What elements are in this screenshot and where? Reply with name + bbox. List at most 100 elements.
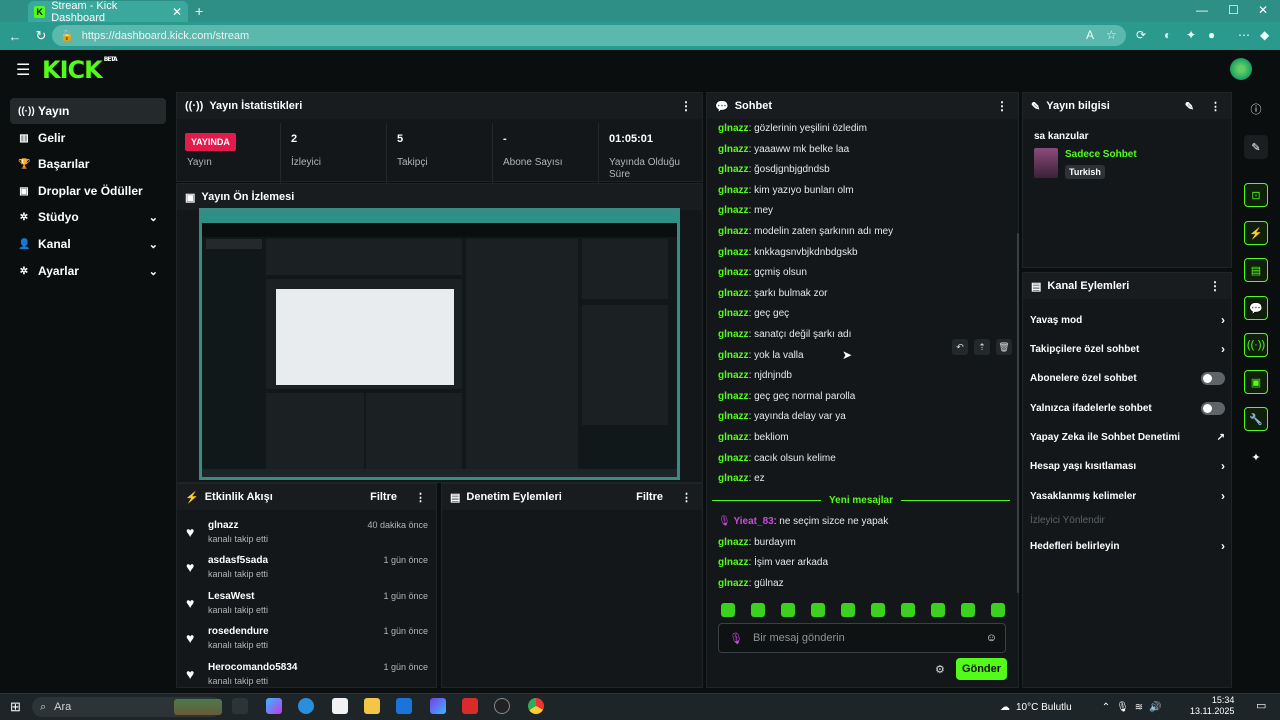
store-app-icon[interactable] — [332, 698, 348, 714]
chat-username[interactable]: glnazz — [718, 411, 749, 422]
volume-icon[interactable]: 🔊 — [1149, 702, 1161, 713]
reply-icon[interactable]: ↶ — [952, 339, 968, 355]
chat-username[interactable]: glnazz — [718, 164, 749, 175]
chat-username[interactable]: glnazz — [718, 144, 749, 155]
emote-icon[interactable] — [751, 603, 765, 617]
taskbar-clock[interactable]: 15:34 13.11.2025 — [1190, 695, 1234, 717]
more-icon[interactable]: ⋮ — [1210, 100, 1221, 113]
action-slow-mode[interactable]: Yavaş mod › — [1030, 309, 1225, 331]
wrench-icon[interactable]: 🔧 — [1244, 407, 1268, 431]
task-view-icon[interactable] — [232, 698, 248, 714]
extensions-icon[interactable]: ⟳ — [1136, 28, 1146, 42]
delete-icon[interactable]: 🗑 — [996, 339, 1012, 355]
chrome-app-icon[interactable] — [528, 698, 544, 714]
file-explorer-icon[interactable] — [364, 698, 380, 714]
target-icon[interactable]: ⊡ — [1244, 183, 1268, 207]
sidebar-item-yayin[interactable]: ((·)) Yayın — [10, 98, 166, 124]
split-screen-icon[interactable]: ◐ — [1164, 28, 1171, 42]
emote-icon[interactable] — [781, 603, 795, 617]
chat-username[interactable]: glnazz — [718, 557, 749, 568]
moderation-filter-button[interactable]: Filtre — [636, 491, 663, 503]
chat-username[interactable]: glnazz — [718, 123, 749, 134]
chat-username[interactable]: glnazz — [718, 391, 749, 402]
action-followers-only[interactable]: Takipçilere özel sohbet › — [1030, 338, 1225, 360]
chat-username[interactable]: Yieat_83 — [733, 516, 773, 527]
browser-tab[interactable]: K Stream - Kick Dashboard ✕ — [28, 0, 188, 24]
office-app-icon[interactable] — [462, 698, 478, 714]
chat-username[interactable]: glnazz — [718, 288, 749, 299]
emoji-icon[interactable]: ☺ — [986, 632, 997, 644]
kick-logo[interactable]: KICK BETA — [42, 56, 118, 84]
lightning-icon[interactable]: ⚡ — [1244, 221, 1268, 245]
chat-username[interactable]: glnazz — [718, 350, 749, 361]
chat-username[interactable]: glnazz — [718, 370, 749, 381]
maximize-button[interactable]: ☐ — [1228, 3, 1239, 17]
outlook-app-icon[interactable] — [396, 698, 412, 714]
chat-username[interactable]: glnazz — [718, 185, 749, 196]
profile-icon[interactable]: ● — [1208, 28, 1215, 42]
emotes-only-toggle[interactable] — [1201, 401, 1225, 415]
close-tab-icon[interactable]: ✕ — [172, 5, 182, 19]
customize-icon[interactable]: ✦ — [1244, 445, 1268, 469]
minimize-button[interactable]: — — [1196, 3, 1208, 17]
chat-scrollbar[interactable] — [1017, 233, 1019, 593]
sidebar-item-gelir[interactable]: ▥ Gelir — [10, 125, 166, 151]
layers-icon[interactable]: ▣ — [1244, 370, 1268, 394]
info-icon[interactable]: ⓘ — [1244, 97, 1268, 121]
reload-icon[interactable]: ↻ — [30, 28, 52, 44]
obs-app-icon[interactable] — [494, 698, 510, 714]
taskbar-search[interactable]: ⌕ Ara — [32, 697, 222, 717]
chat-username[interactable]: glnazz — [718, 226, 749, 237]
chat-icon[interactable]: 💬 — [1244, 296, 1268, 320]
copilot-icon[interactable]: ◆ — [1260, 28, 1269, 42]
chat-username[interactable]: glnazz — [718, 205, 749, 216]
read-aloud-icon[interactable]: A — [1086, 28, 1094, 42]
chat-username[interactable]: glnazz — [718, 432, 749, 443]
sidebar-item-ayarlar[interactable]: ✲ Ayarlar ⌄ — [10, 258, 166, 284]
emote-icon[interactable] — [931, 603, 945, 617]
broadcast-icon[interactable]: ((·)) — [1244, 333, 1268, 357]
more-icon[interactable]: ⋮ — [996, 99, 1008, 113]
mic-icon[interactable]: 🎙 — [1116, 702, 1129, 713]
emote-icon[interactable] — [811, 603, 825, 617]
document-icon[interactable]: ▤ — [1244, 258, 1268, 282]
windows-start-icon[interactable]: ⊞ — [10, 699, 21, 715]
more-icon[interactable]: ⋮ — [415, 491, 426, 504]
more-icon[interactable]: ⋮ — [1209, 279, 1221, 293]
chat-username[interactable]: glnazz — [718, 308, 749, 319]
copilot-app-icon[interactable] — [266, 698, 282, 714]
send-button[interactable]: Gönder — [956, 658, 1007, 680]
chat-username[interactable]: glnazz — [718, 473, 749, 484]
chat-username[interactable]: glnazz — [718, 267, 749, 278]
chat-username[interactable]: glnazz — [718, 537, 749, 548]
edge-app-icon[interactable] — [298, 698, 314, 714]
emote-icon[interactable] — [961, 603, 975, 617]
edit-stream-icon[interactable]: ✎ — [1244, 135, 1268, 159]
activity-filter-button[interactable]: Filtre — [370, 491, 397, 503]
back-icon[interactable]: ← — [4, 29, 26, 44]
emote-icon[interactable] — [991, 603, 1005, 617]
chat-username[interactable]: glnazz — [718, 329, 749, 340]
sidebar-item-droplar[interactable]: ▣ Droplar ve Ödüller — [10, 178, 166, 204]
chat-settings-icon[interactable]: ⚙ — [935, 663, 945, 676]
close-window-button[interactable]: ✕ — [1258, 3, 1268, 17]
chat-username[interactable]: glnazz — [718, 453, 749, 464]
emote-icon[interactable] — [721, 603, 735, 617]
emote-icon[interactable] — [901, 603, 915, 617]
sidebar-item-studyo[interactable]: ✲ Stüdyo ⌄ — [10, 204, 166, 230]
sidebar-item-kanal[interactable]: 👤 Kanal ⌄ — [10, 231, 166, 257]
user-avatar[interactable] — [1230, 58, 1252, 80]
chat-username[interactable]: glnazz — [718, 247, 749, 258]
category-link[interactable]: Sadece Sohbet — [1065, 149, 1137, 160]
action-account-age[interactable]: Hesap yaşı kısıtlaması › — [1030, 455, 1225, 477]
more-icon[interactable]: ⋯ — [1238, 28, 1250, 42]
url-input[interactable]: 🔒 https://dashboard.kick.com/stream — [52, 25, 1126, 46]
new-tab-button[interactable]: + — [195, 3, 203, 19]
collections-icon[interactable]: ✦ — [1186, 28, 1196, 42]
chevron-up-icon[interactable]: ⌃ — [1102, 702, 1110, 713]
stream-preview-video[interactable] — [199, 208, 680, 480]
chat-message-input[interactable]: 🎙 Bir mesaj gönderin ☺ — [718, 623, 1006, 653]
chat-username[interactable]: glnazz — [718, 578, 749, 589]
action-set-goals[interactable]: Hedefleri belirleyin › — [1030, 535, 1225, 557]
pin-icon[interactable]: ⇡ — [974, 339, 990, 355]
